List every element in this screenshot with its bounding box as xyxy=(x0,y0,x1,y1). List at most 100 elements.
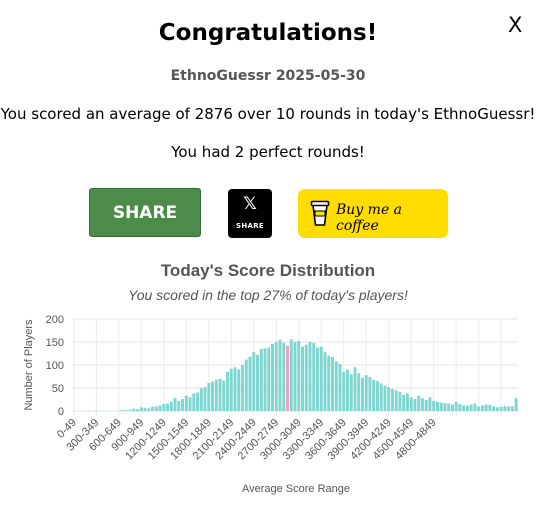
bar xyxy=(424,399,428,411)
x-axis-label: Average Score Range xyxy=(242,483,350,495)
bar xyxy=(166,403,170,411)
bar xyxy=(409,397,413,411)
bar xyxy=(454,401,458,411)
bar xyxy=(503,405,507,411)
bar xyxy=(259,348,263,411)
bar xyxy=(499,406,503,411)
bar xyxy=(136,409,140,411)
bar xyxy=(488,405,492,411)
bar xyxy=(480,405,484,411)
y-tick-label: 50 xyxy=(52,383,64,395)
y-tick-label: 0 xyxy=(58,406,64,418)
bar xyxy=(248,356,252,411)
bar xyxy=(349,374,353,411)
bar xyxy=(154,406,158,411)
y-axis-label: Number of Players xyxy=(23,319,35,411)
bar xyxy=(229,368,233,411)
bar xyxy=(256,354,259,411)
bar xyxy=(450,404,454,411)
bar xyxy=(473,403,477,411)
bar xyxy=(211,381,215,411)
bar xyxy=(484,404,488,411)
bar xyxy=(338,364,342,411)
bar xyxy=(177,400,181,411)
bar xyxy=(308,342,312,411)
bar xyxy=(244,359,248,411)
bar xyxy=(428,397,432,411)
bar xyxy=(458,404,462,411)
bar xyxy=(390,388,394,411)
bar xyxy=(278,339,282,411)
bar xyxy=(462,405,466,411)
bar xyxy=(465,405,469,411)
bar xyxy=(443,403,447,411)
bar xyxy=(237,369,241,411)
bar xyxy=(218,378,222,411)
bar xyxy=(368,376,372,411)
bar xyxy=(147,408,151,411)
bar xyxy=(435,401,439,411)
bar xyxy=(124,410,128,411)
bar xyxy=(327,355,331,411)
chart-bars xyxy=(87,339,518,411)
bar xyxy=(181,399,185,411)
bar xyxy=(226,371,230,411)
bar xyxy=(196,392,200,411)
bar xyxy=(353,367,357,411)
bar xyxy=(297,341,301,411)
bar xyxy=(304,344,308,411)
bar xyxy=(162,404,166,411)
bar xyxy=(312,342,316,411)
bar xyxy=(139,407,143,411)
bar xyxy=(413,399,417,411)
y-tick-label: 150 xyxy=(46,337,64,349)
bar xyxy=(405,393,409,411)
x-axis-ticks: 0-49300-349600-649900-9491200-12491500-1… xyxy=(55,417,439,463)
bar xyxy=(301,346,304,411)
bar xyxy=(192,393,196,411)
bar xyxy=(387,387,391,411)
bar xyxy=(184,395,188,411)
y-tick-label: 100 xyxy=(46,360,64,372)
bar xyxy=(331,357,334,411)
bar xyxy=(394,390,398,411)
bar xyxy=(158,405,162,411)
bar xyxy=(132,408,136,411)
bar xyxy=(398,391,402,411)
bar xyxy=(271,343,274,411)
bar xyxy=(241,365,245,411)
bar xyxy=(121,410,125,411)
bar xyxy=(334,361,338,411)
bar xyxy=(214,379,218,411)
bar xyxy=(151,406,155,411)
bar xyxy=(372,379,376,411)
bar xyxy=(345,369,349,411)
bar xyxy=(375,381,379,411)
bar xyxy=(447,403,451,411)
bar xyxy=(128,409,132,411)
bar xyxy=(469,404,473,411)
bar xyxy=(267,347,271,411)
bar xyxy=(507,406,511,411)
bar xyxy=(252,352,256,411)
bar-your-score xyxy=(286,345,289,411)
bar xyxy=(357,373,361,411)
bar xyxy=(274,342,278,411)
bar xyxy=(173,398,177,411)
bar xyxy=(143,407,147,411)
bar xyxy=(514,398,518,411)
bar xyxy=(282,342,286,411)
bar xyxy=(319,346,323,411)
bar xyxy=(169,401,173,411)
bar xyxy=(233,367,237,411)
bar xyxy=(289,339,293,411)
bar xyxy=(420,398,424,411)
y-tick-label: 200 xyxy=(46,314,64,326)
bar xyxy=(222,380,226,411)
bar xyxy=(383,385,387,411)
bar xyxy=(203,387,207,411)
bar xyxy=(477,406,481,411)
bar xyxy=(510,406,514,411)
bar xyxy=(417,395,421,411)
bar xyxy=(379,383,383,411)
